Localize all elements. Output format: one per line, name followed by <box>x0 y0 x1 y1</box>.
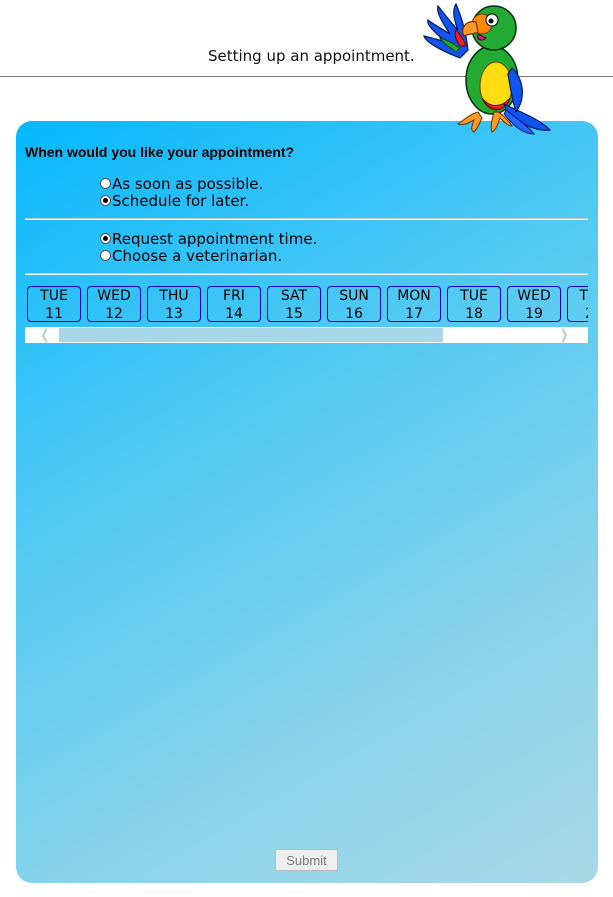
scroll-left-icon[interactable]: ❬ <box>35 327 55 343</box>
parrot-mascot-icon <box>423 2 552 135</box>
option-choose-vet[interactable]: Choose a veterinarian. <box>100 246 283 265</box>
day-button[interactable]: SUN 16 <box>327 286 381 322</box>
day-weekday: TUE <box>460 288 488 304</box>
day-button[interactable]: WED 19 <box>507 286 561 322</box>
day-weekday: SUN <box>339 288 369 304</box>
day-weekday: MON <box>397 288 431 304</box>
day-date: 12 <box>105 306 123 322</box>
day-date: 17 <box>405 306 423 322</box>
day-weekday: FRI <box>223 288 245 304</box>
option-request-time[interactable]: Request appointment time. <box>100 229 318 248</box>
day-button[interactable]: TUE 18 <box>447 286 501 322</box>
day-date: 11 <box>45 306 63 322</box>
radio-request-time[interactable] <box>100 233 111 244</box>
option-request-time-label: Request appointment time. <box>112 229 318 248</box>
submit-button[interactable]: Submit <box>275 849 338 871</box>
day-picker: TUE 11 WED 12 THU 13 FRI 14 SAT 15 SUN 16 MON 17 TUE 18… <box>25 284 588 326</box>
day-weekday: THU <box>159 288 189 304</box>
day-date: 13 <box>165 306 183 322</box>
appointment-panel: When would you like your appointment? As… <box>16 121 598 883</box>
option-asap[interactable]: As soon as possible. <box>100 174 264 193</box>
page-title: Setting up an appointment. <box>208 47 415 65</box>
day-weekday: THU <box>579 288 588 304</box>
day-button[interactable]: THU20 <box>567 286 588 322</box>
day-date: 16 <box>345 306 363 322</box>
option-schedule-later-label: Schedule for later. <box>112 191 250 210</box>
radio-schedule-later[interactable] <box>100 195 111 206</box>
option-schedule-later[interactable]: Schedule for later. <box>100 191 250 210</box>
day-button[interactable]: WED 12 <box>87 286 141 322</box>
option-choose-vet-label: Choose a veterinarian. <box>112 246 283 265</box>
day-date: 19 <box>525 306 543 322</box>
day-weekday: WED <box>97 288 131 304</box>
day-button[interactable]: THU 13 <box>147 286 201 322</box>
day-weekday: TUE <box>40 288 68 304</box>
scrollbar-thumb[interactable] <box>59 328 443 342</box>
radio-choose-vet[interactable] <box>100 250 111 261</box>
day-button[interactable]: TUE 11 <box>27 286 81 322</box>
radio-asap[interactable] <box>100 178 111 189</box>
day-date: 18 <box>465 306 483 322</box>
day-picker-scrollbar[interactable]: ❬ ❭ <box>25 327 588 343</box>
day-date: 15 <box>285 306 303 322</box>
divider <box>25 273 588 275</box>
scroll-right-icon[interactable]: ❭ <box>554 327 574 343</box>
divider <box>25 218 588 220</box>
day-date: 14 <box>225 306 243 322</box>
option-asap-label: As soon as possible. <box>112 174 264 193</box>
day-date: 20 <box>568 305 588 323</box>
day-button[interactable]: MON 17 <box>387 286 441 322</box>
appointment-question: When would you like your appointment? <box>25 144 295 160</box>
day-list: TUE 11 WED 12 THU 13 FRI 14 SAT 15 SUN 16 MON 17 TUE 18… <box>27 286 588 322</box>
day-button[interactable]: FRI 14 <box>207 286 261 322</box>
day-button[interactable]: SAT 15 <box>267 286 321 322</box>
day-weekday: WED <box>517 288 551 304</box>
day-weekday: SAT <box>280 288 308 304</box>
